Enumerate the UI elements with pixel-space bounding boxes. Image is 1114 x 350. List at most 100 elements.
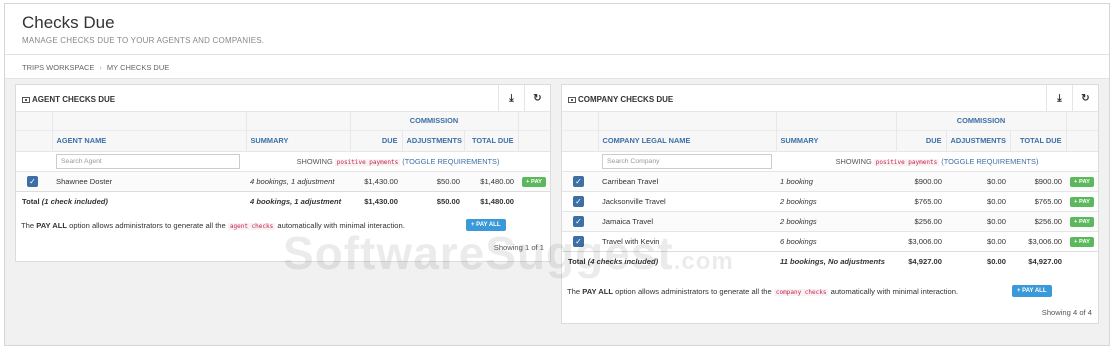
col-total-due[interactable]: TOTAL DUE [464, 129, 519, 151]
search-company-input[interactable]: Search Company [602, 153, 772, 169]
page-title: Checks Due [22, 13, 115, 32]
table-row: ✓ Carribean Travel 1 booking $900.00 $0.… [562, 170, 1099, 191]
table-group-header: COMMISSION [16, 112, 551, 130]
row-adjustments: $50.00 [402, 170, 464, 191]
note-mid: option allows administrators to generate… [615, 287, 772, 296]
total-due: $1,430.00 [350, 190, 402, 211]
agent-panel-title-wrap: AGENT CHECKS DUE [22, 95, 115, 104]
positive-payments-code: positive payments [334, 158, 401, 166]
company-name-link[interactable]: Travel with Kevin [598, 230, 776, 251]
note-pre: The [567, 287, 581, 296]
col-adjustments[interactable]: ADJUSTMENTS [402, 129, 465, 151]
breadcrumb-trips-workspace[interactable]: TRIPS WORKSPACE [22, 63, 94, 72]
total-label: Total [568, 256, 586, 266]
agent-checks-panel: AGENT CHECKS DUE ⤓ ↻ COMMISSION AGENT NA… [15, 84, 551, 262]
note-bold: PAY ALL [582, 287, 614, 296]
money-icon [22, 97, 30, 103]
total-label: Total [22, 196, 40, 206]
showing-filter: SHOWING positive payments (TOGGLE REQUIR… [246, 150, 551, 171]
row-adjustments: $0.00 [946, 230, 1010, 251]
showing-filter: SHOWING positive payments (TOGGLE REQUIR… [776, 150, 1099, 171]
toggle-requirements-link[interactable]: (TOGGLE REQUIREMENTS) [941, 157, 1038, 166]
download-icon[interactable]: ⤓ [1046, 85, 1072, 112]
filter-row: Search Company SHOWING positive payments… [562, 150, 1099, 171]
search-agent-input[interactable]: Search Agent [56, 153, 240, 169]
note-post: automatically with minimal interaction. [830, 287, 959, 296]
col-due[interactable]: DUE [350, 129, 403, 151]
pay-all-note: The PAY ALL option allows administrators… [567, 287, 958, 296]
positive-payments-code: positive payments [873, 158, 940, 166]
breadcrumb-my-checks-due: MY CHECKS DUE [106, 63, 170, 72]
total-label-detail: (1 check included) [41, 196, 108, 206]
row-total: $3,006.00 [1010, 230, 1067, 251]
row-checkbox[interactable]: ✓ [27, 175, 38, 187]
row-due: $1,430.00 [350, 170, 402, 191]
table-row: ✓ Shawnee Doster 4 bookings, 1 adjustmen… [16, 170, 551, 191]
row-summary: 6 bookings [776, 230, 896, 251]
row-adjustments: $0.00 [946, 190, 1010, 211]
col-adjustments[interactable]: ADJUSTMENTS [946, 129, 1011, 151]
table-group-header: COMMISSION [562, 112, 1099, 130]
table-header: COMPANY LEGAL NAME SUMMARY DUE ADJUSTMEN… [562, 129, 1099, 151]
note-mid: option allows administrators to generate… [69, 221, 226, 230]
pay-all-button[interactable]: + PAY ALL [1012, 285, 1052, 297]
refresh-icon[interactable]: ↻ [524, 85, 550, 112]
row-due: $3,006.00 [896, 230, 946, 251]
showing-label: SHOWING [296, 156, 333, 166]
pay-all-button[interactable]: + PAY ALL [466, 219, 506, 231]
showing-label: SHOWING [835, 156, 872, 166]
agent-name-link[interactable]: Shawnee Doster [52, 170, 246, 191]
agent-panel-header: AGENT CHECKS DUE ⤓ ↻ [16, 85, 550, 112]
row-checkbox[interactable]: ✓ [573, 195, 584, 207]
row-total: $900.00 [1010, 170, 1067, 191]
row-adjustments: $0.00 [946, 170, 1010, 191]
total-row: Total (4 checks included) 11 bookings, N… [562, 250, 1099, 271]
row-summary: 2 bookings [776, 190, 896, 211]
row-adjustments: $0.00 [946, 210, 1010, 231]
agent-panel-title: AGENT CHECKS DUE [32, 95, 116, 104]
pay-button[interactable]: + PAY [1070, 196, 1094, 207]
total-adjustments: $0.00 [946, 250, 1010, 271]
col-total-due[interactable]: TOTAL DUE [1010, 129, 1067, 151]
note-code: company checks [773, 289, 829, 296]
table-row: ✓ Travel with Kevin 6 bookings $3,006.00… [562, 230, 1099, 251]
company-name-link[interactable]: Jamaica Travel [598, 210, 776, 231]
pay-button[interactable]: + PAY [1070, 176, 1094, 187]
pay-button[interactable]: + PAY [1070, 216, 1094, 227]
breadcrumb-separator-icon: › [99, 63, 102, 72]
row-summary: 1 booking [776, 170, 896, 191]
company-name-link[interactable]: Carribean Travel [598, 170, 776, 191]
total-summary: 11 bookings, No adjustments [776, 250, 896, 271]
commission-group-header: COMMISSION [896, 112, 1067, 130]
pay-button[interactable]: + PAY [522, 176, 546, 187]
col-agent-name[interactable]: AGENT NAME [52, 129, 247, 151]
company-checks-panel: COMPANY CHECKS DUE ⤓ ↻ COMMISSION COMPAN… [561, 84, 1099, 324]
showing-count: Showing 4 of 4 [1041, 308, 1092, 317]
table-header: AGENT NAME SUMMARY DUE ADJUSTMENTS TOTAL… [16, 129, 551, 151]
col-summary[interactable]: SUMMARY [246, 129, 351, 151]
download-icon[interactable]: ⤓ [498, 85, 524, 112]
col-company-name[interactable]: COMPANY LEGAL NAME [598, 129, 777, 151]
company-panel-title-wrap: COMPANY CHECKS DUE [568, 95, 673, 104]
refresh-icon[interactable]: ↻ [1072, 85, 1098, 112]
row-checkbox[interactable]: ✓ [573, 175, 584, 187]
col-summary[interactable]: SUMMARY [776, 129, 897, 151]
toggle-requirements-link[interactable]: (TOGGLE REQUIREMENTS) [402, 157, 499, 166]
pay-button[interactable]: + PAY [1070, 236, 1094, 247]
note-code: agent checks [227, 223, 276, 230]
company-panel-title: COMPANY CHECKS DUE [578, 95, 674, 104]
row-due: $256.00 [896, 210, 946, 231]
total-adjustments: $50.00 [402, 190, 464, 211]
total-total: $4,927.00 [1010, 250, 1067, 271]
total-row: Total (1 check included) 4 bookings, 1 a… [16, 190, 551, 211]
row-checkbox[interactable]: ✓ [573, 235, 584, 247]
money-icon [568, 97, 576, 103]
row-summary: 2 bookings [776, 210, 896, 231]
company-name-link[interactable]: Jacksonville Travel [598, 190, 776, 211]
page-subtitle: MANAGE CHECKS DUE TO YOUR AGENTS AND COM… [22, 36, 265, 45]
row-checkbox[interactable]: ✓ [573, 215, 584, 227]
col-due[interactable]: DUE [896, 129, 947, 151]
breadcrumb: TRIPS WORKSPACE › MY CHECKS DUE [5, 55, 1109, 79]
row-total: $256.00 [1010, 210, 1067, 231]
filter-row: Search Agent SHOWING positive payments (… [16, 150, 551, 171]
